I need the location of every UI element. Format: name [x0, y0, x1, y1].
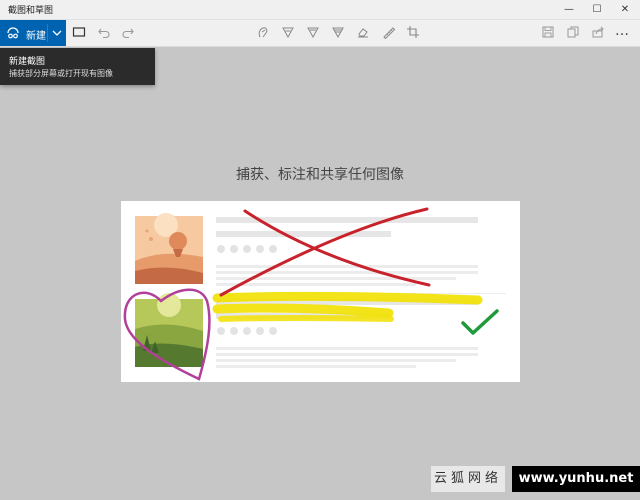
tooltip-description: 捕获部分屏幕或打开现有图像 [9, 69, 113, 78]
ballpoint-pen-icon[interactable] [281, 25, 295, 39]
maximize-button[interactable]: ☐ [584, 0, 610, 19]
snip-mode-icon[interactable] [72, 25, 86, 39]
title-bar: 截图和草图 — ☐ ✕ [0, 0, 640, 20]
share-icon[interactable] [591, 25, 605, 39]
close-button[interactable]: ✕ [612, 0, 638, 19]
tooltip-title: 新建截图 [9, 57, 46, 67]
window-title: 截图和草图 [8, 6, 54, 16]
snip-icon [7, 27, 19, 39]
highlighter-strokes [212, 291, 483, 322]
annotation-illustration [123, 207, 506, 381]
watermark: 云狐网络 www.yunhu.net [431, 466, 640, 492]
new-button-label: 新建 [26, 31, 46, 42]
redo-icon[interactable] [121, 25, 135, 39]
welcome-headline: 捕获、标注和共享任何图像 [236, 167, 404, 183]
watermark-site-name: 云狐网络 [431, 466, 506, 492]
save-icon[interactable] [541, 25, 555, 39]
pencil-icon[interactable] [306, 25, 320, 39]
landscape-image [135, 293, 203, 367]
crop-icon[interactable] [406, 25, 420, 39]
new-snip-button[interactable]: 新建 [0, 20, 66, 46]
minimize-button[interactable]: — [556, 0, 582, 19]
highlighter-icon[interactable] [331, 25, 345, 39]
touch-writing-icon[interactable] [256, 25, 270, 39]
undo-icon[interactable] [97, 25, 111, 39]
more-options-icon[interactable]: … [615, 23, 629, 39]
divider [47, 24, 48, 42]
eraser-icon[interactable] [356, 25, 370, 39]
watermark-url: www.yunhu.net [512, 466, 640, 492]
illustration-card [121, 201, 520, 382]
balloon-image [135, 213, 203, 284]
new-snip-tooltip: 新建截图 捕获部分屏幕或打开现有图像 [0, 48, 155, 85]
green-checkmark [461, 309, 499, 335]
chevron-down-icon[interactable] [52, 28, 62, 38]
ruler-icon[interactable] [381, 25, 395, 39]
toolbar: 新建 … [0, 20, 640, 47]
copy-icon[interactable] [566, 25, 580, 39]
